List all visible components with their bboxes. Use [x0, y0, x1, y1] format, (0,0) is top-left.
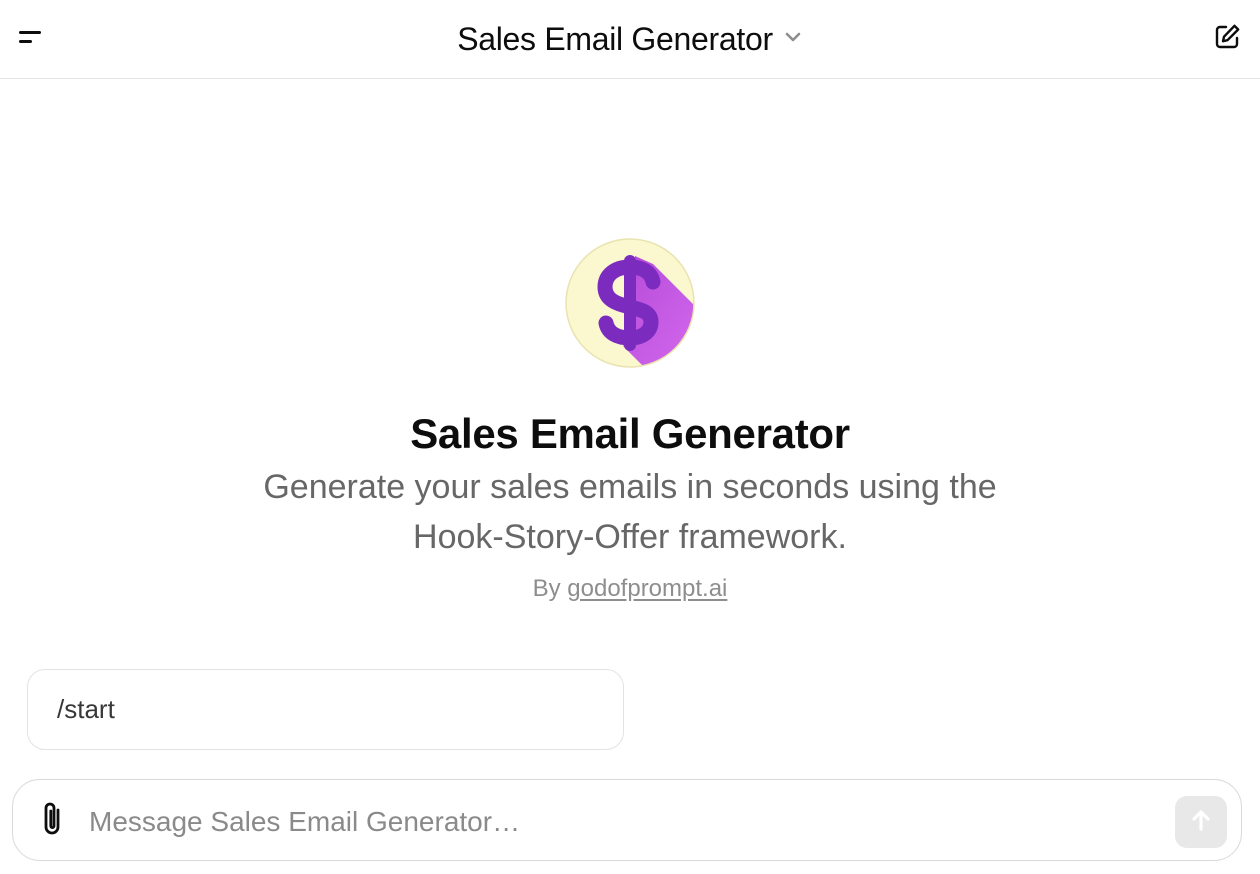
header-title: Sales Email Generator [457, 21, 773, 57]
gpt-switcher-button[interactable]: Sales Email Generator [457, 21, 803, 58]
message-input[interactable] [87, 796, 1151, 848]
author-prefix: By [532, 575, 561, 602]
arrow-up-icon [1187, 806, 1215, 839]
gpt-description: Generate your sales emails in seconds us… [263, 468, 997, 556]
sidebar-toggle-button[interactable] [12, 20, 50, 58]
chevron-down-icon [783, 27, 803, 52]
dollar-sign-icon [565, 238, 695, 368]
new-chat-button[interactable] [1208, 20, 1246, 58]
send-button[interactable] [1175, 796, 1227, 848]
sidebar-menu-icon [18, 28, 44, 51]
top-bar: Sales Email Generator [0, 0, 1260, 79]
gpt-intro: Sales Email Generator Generate your sale… [0, 238, 1260, 604]
app-window: Sales Email Generator Sales Email Genera… [0, 0, 1260, 874]
message-composer [12, 779, 1242, 861]
edit-icon [1212, 22, 1242, 57]
gpt-name: Sales Email Generator [410, 410, 850, 457]
author-link[interactable]: godofprompt.ai [567, 575, 727, 602]
paperclip-icon [38, 799, 66, 844]
gpt-author-line: By godofprompt.ai [533, 574, 728, 604]
attach-file-button[interactable] [35, 801, 69, 841]
gpt-avatar [565, 238, 695, 368]
starter-label: /start [57, 694, 115, 724]
title-wrap: Sales Email Generator [0, 0, 1260, 79]
conversation-starter-button[interactable]: /start [27, 669, 624, 750]
